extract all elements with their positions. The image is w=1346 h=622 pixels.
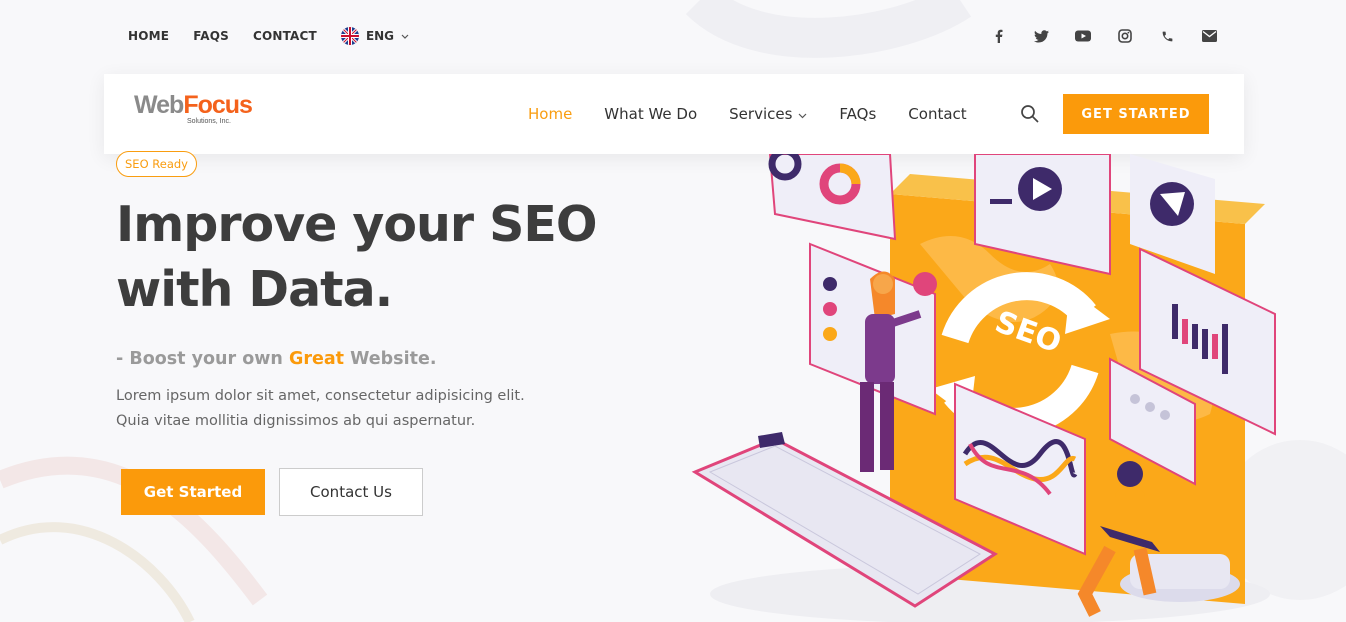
top-link-faqs[interactable]: FAQS	[193, 29, 229, 43]
headline-line-1: Improve your SEO	[116, 196, 598, 253]
instagram-icon[interactable]	[1116, 27, 1134, 45]
top-link-home[interactable]: HOME	[128, 29, 169, 43]
tagline-highlight: Great	[288, 349, 345, 369]
description-line-1: Lorem ipsum dolor sit amet, consectetur …	[116, 388, 525, 404]
nav-label-what-we-do: What We Do	[604, 105, 698, 123]
youtube-icon[interactable]	[1074, 27, 1092, 45]
phone-icon[interactable]	[1158, 27, 1176, 45]
nav-item-home[interactable]: Home	[528, 105, 572, 123]
hero-headline: Improve your SEO with Data.	[116, 192, 636, 322]
language-label: ENG	[365, 29, 395, 43]
chevron-down-icon	[401, 29, 409, 43]
search-icon[interactable]	[1020, 104, 1040, 124]
headline-line-2: with Data.	[116, 261, 393, 318]
main-nav: Home What We Do Services FAQs Contact	[528, 74, 967, 154]
facebook-icon[interactable]	[990, 27, 1008, 45]
logo-text-web: Web	[134, 91, 184, 119]
seo-illustration: SEO	[691, 154, 1276, 622]
social-links	[990, 22, 1218, 50]
hero-tagline: - Boost your own Great Website.	[116, 349, 436, 369]
uk-flag-icon	[340, 27, 359, 45]
top-bar: HOME FAQS CONTACT ENG	[128, 22, 409, 50]
seo-ready-badge: SEO Ready	[116, 151, 197, 177]
hero-description: Lorem ipsum dolor sit amet, consectetur …	[116, 384, 556, 434]
nav-item-services[interactable]: Services	[729, 105, 807, 123]
logo-subtext: Solutions, Inc.	[187, 118, 231, 125]
logo-text-focus: Focus	[183, 91, 253, 119]
nav-item-faqs[interactable]: FAQs	[839, 105, 876, 123]
chevron-down-icon	[798, 105, 807, 123]
twitter-icon[interactable]	[1032, 27, 1050, 45]
main-header: WebFocus Solutions, Inc. Home What We Do…	[104, 74, 1244, 154]
tagline-post: Website.	[344, 349, 437, 369]
nav-label-faqs: FAQs	[839, 105, 877, 123]
language-selector[interactable]: ENG	[340, 27, 409, 45]
tagline-pre: - Boost your own	[116, 349, 289, 369]
nav-item-what-we-do[interactable]: What We Do	[604, 105, 697, 123]
nav-label-home: Home	[528, 105, 573, 123]
contact-us-button[interactable]: Contact Us	[279, 468, 423, 516]
webfocus-logo[interactable]: WebFocus Solutions, Inc.	[134, 91, 253, 132]
nav-label-services: Services	[729, 105, 793, 123]
description-line-2: Quia vitae mollitia dignissimos ab qui a…	[116, 413, 476, 429]
nav-item-contact[interactable]: Contact	[908, 105, 966, 123]
nav-label-contact: Contact	[908, 105, 967, 123]
get-started-button[interactable]: Get Started	[121, 469, 265, 515]
get-started-nav-button[interactable]: GET STARTED	[1063, 94, 1209, 134]
mail-icon[interactable]	[1200, 27, 1218, 45]
top-link-contact[interactable]: CONTACT	[253, 29, 317, 43]
